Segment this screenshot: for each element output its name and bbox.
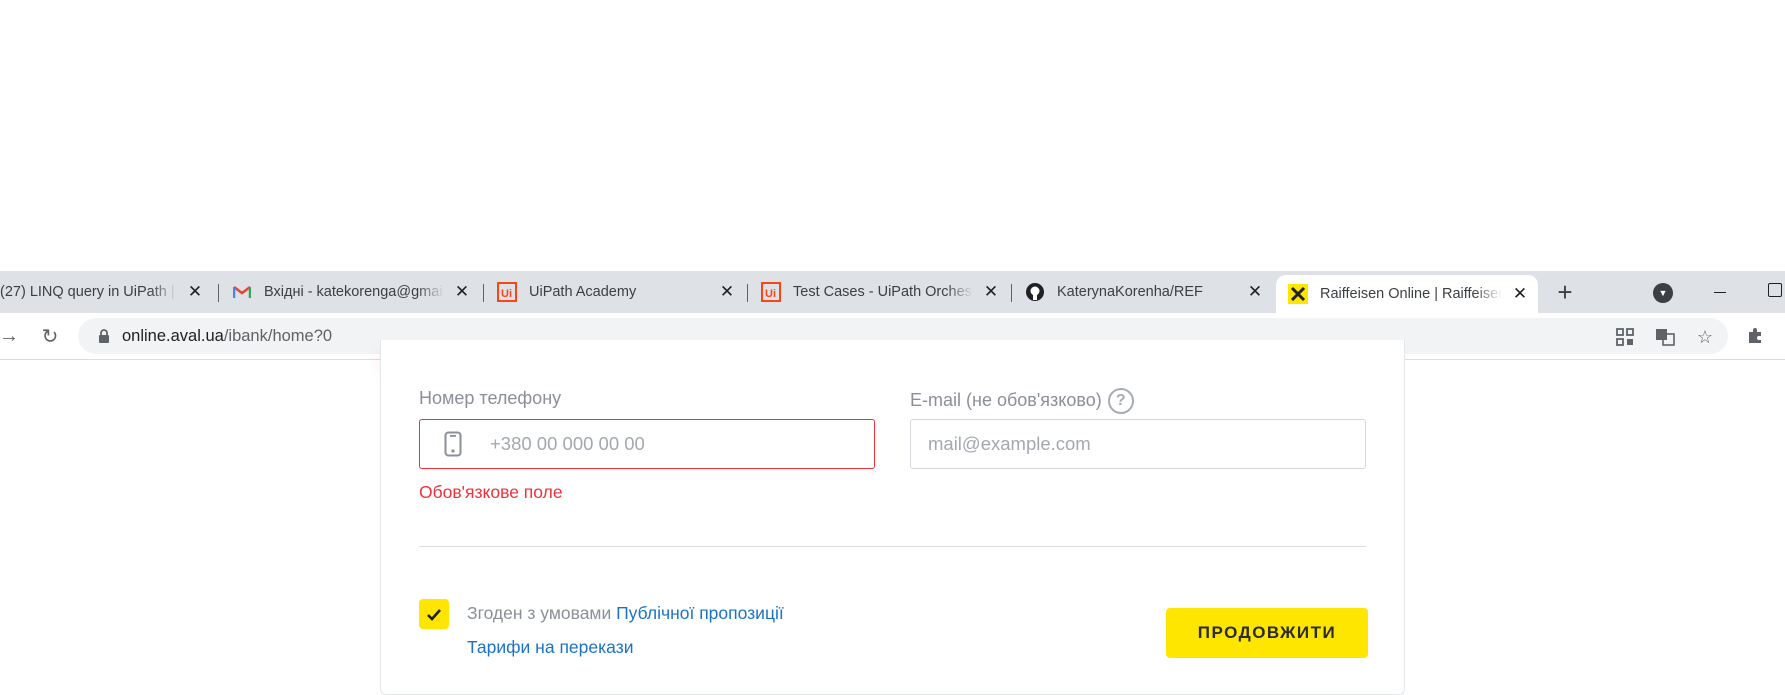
phone-input[interactable]: +380 00 000 00 00 bbox=[419, 419, 875, 469]
minimize-button[interactable] bbox=[1710, 271, 1730, 313]
tab-title: (27) LINQ query in UiPath | F bbox=[0, 284, 177, 300]
tab-separator bbox=[747, 284, 748, 302]
tab-separator bbox=[218, 284, 219, 302]
tab-gmail[interactable]: Вхідні - katekorenga@gmail ✕ bbox=[232, 271, 472, 313]
public-offer-link[interactable]: Публічної пропозиції bbox=[616, 603, 784, 623]
uipath-icon: Ui bbox=[761, 282, 781, 302]
uipath-icon: Ui bbox=[497, 282, 517, 302]
raiffeisen-icon bbox=[1288, 284, 1308, 304]
translate-icon[interactable] bbox=[1654, 326, 1676, 348]
tab-search-icon[interactable]: ▼ bbox=[1653, 283, 1673, 303]
tab-github[interactable]: KaterynaKorenha/REF ✕ bbox=[1025, 271, 1265, 313]
continue-button[interactable]: ПРОДОВЖИТИ bbox=[1166, 608, 1368, 658]
tab-title: Test Cases - UiPath Orchestr bbox=[793, 284, 973, 300]
tab-title: Вхідні - katekorenga@gmail bbox=[264, 284, 444, 300]
terms-checkbox[interactable] bbox=[419, 599, 449, 629]
email-placeholder: mail@example.com bbox=[928, 433, 1091, 454]
tab-separator bbox=[483, 284, 484, 302]
close-icon[interactable]: ✕ bbox=[185, 282, 205, 302]
tab-test-cases[interactable]: Ui Test Cases - UiPath Orchestr ✕ bbox=[761, 271, 1001, 313]
close-icon[interactable]: ✕ bbox=[1245, 282, 1265, 302]
phone-error-message: Обов'язкове поле bbox=[419, 482, 563, 502]
phone-placeholder: +380 00 000 00 00 bbox=[490, 433, 645, 454]
bookmark-star-icon[interactable]: ☆ bbox=[1694, 326, 1716, 348]
close-icon[interactable]: ✕ bbox=[717, 282, 737, 302]
check-icon bbox=[427, 608, 441, 621]
tab-separator bbox=[1011, 284, 1012, 302]
divider bbox=[419, 546, 1366, 547]
github-icon bbox=[1025, 282, 1045, 302]
email-input[interactable]: mail@example.com bbox=[910, 419, 1366, 469]
tariffs-link[interactable]: Тарифи на перекази bbox=[467, 637, 634, 658]
tab-uipath-academy[interactable]: Ui UiPath Academy ✕ bbox=[497, 271, 737, 313]
blank-area bbox=[0, 0, 1785, 271]
forward-arrow-icon[interactable]: → bbox=[0, 321, 24, 351]
extensions-icon[interactable] bbox=[1740, 321, 1770, 351]
reload-icon[interactable]: ↻ bbox=[35, 321, 65, 351]
lock-icon bbox=[96, 328, 112, 344]
terms-text: Згоден з умовами Публічної пропозиції bbox=[467, 603, 784, 623]
tab-title: KaterynaKorenha/REF bbox=[1057, 284, 1203, 300]
help-icon[interactable]: ? bbox=[1107, 388, 1134, 414]
phone-label: Номер телефону bbox=[419, 388, 562, 408]
tab-raiffeisen[interactable]: Raiffeisen Online | Raiffeisen ✕ bbox=[1276, 275, 1538, 313]
maximize-button[interactable] bbox=[1768, 283, 1782, 297]
gmail-icon bbox=[232, 282, 252, 302]
url-text: online.aval.ua/ibank/home?0 bbox=[122, 326, 333, 345]
tab-linq-query[interactable]: (27) LINQ query in UiPath | F ✕ bbox=[0, 271, 205, 313]
new-tab-button[interactable]: + bbox=[1551, 271, 1579, 313]
svg-text:Ui: Ui bbox=[501, 288, 512, 300]
close-icon[interactable]: ✕ bbox=[981, 282, 1001, 302]
tab-title: Raiffeisen Online | Raiffeisen bbox=[1320, 286, 1502, 302]
close-icon[interactable]: ✕ bbox=[1510, 284, 1530, 304]
tab-strip: (27) LINQ query in UiPath | F ✕ Вхідні -… bbox=[0, 271, 1785, 313]
phone-icon bbox=[442, 430, 464, 458]
qr-code-icon[interactable] bbox=[1614, 326, 1636, 348]
close-icon[interactable]: ✕ bbox=[452, 282, 472, 302]
email-label: E-mail (не обов'язково)? bbox=[910, 388, 1134, 414]
tab-title: UiPath Academy bbox=[529, 284, 637, 300]
svg-text:Ui: Ui bbox=[765, 288, 776, 300]
